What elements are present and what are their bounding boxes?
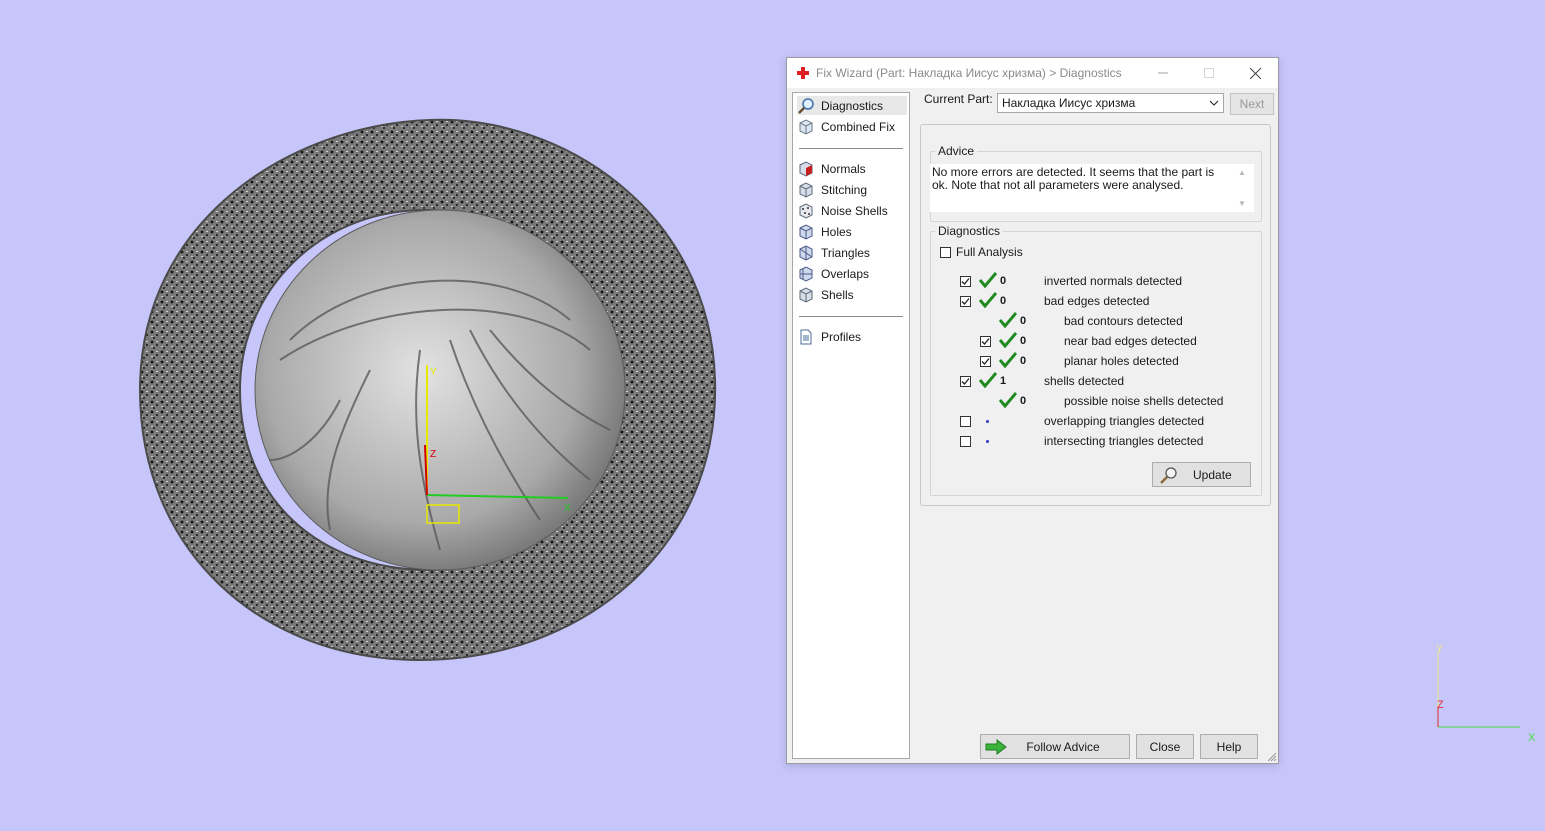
magnifier-icon <box>798 97 814 114</box>
checkmark-icon <box>961 378 970 385</box>
ok-check-icon <box>999 352 1017 368</box>
label-near-bad-edges: near bad edges detected <box>1064 334 1197 348</box>
count-shells: 1 <box>1000 375 1007 387</box>
help-button[interactable]: Help <box>1200 734 1258 759</box>
shells-cube-icon <box>799 286 813 303</box>
model-axis-x-label: X <box>564 503 571 514</box>
cube-icon <box>799 118 813 135</box>
nav-label-noise-shells: Noise Shells <box>821 203 888 218</box>
row-checkbox-intersecting-triangles[interactable] <box>960 436 971 447</box>
nav-label-holes: Holes <box>821 224 852 239</box>
count-bad-edges: 0 <box>1000 295 1007 307</box>
nav-label-profiles: Profiles <box>821 329 862 344</box>
advice-legend: Advice <box>938 144 975 158</box>
checkmark-icon <box>981 358 990 365</box>
nav-item-diagnostics[interactable]: Diagnostics <box>797 96 907 115</box>
row-checkbox-overlapping-triangles[interactable] <box>960 416 971 427</box>
row-checkbox-near-bad-edges[interactable] <box>980 336 991 347</box>
advice-scrollbar[interactable]: ▲ ▼ <box>1235 166 1249 210</box>
nav-label-overlaps: Overlaps <box>821 266 870 281</box>
label-planar-holes: planar holes detected <box>1064 354 1179 368</box>
advice-text: No more errors are detected. It seems th… <box>932 165 1215 192</box>
3d-viewport[interactable]: Y Z X Y Z X <box>0 0 1536 831</box>
row-checkbox-bad-edges[interactable] <box>960 296 971 307</box>
model-axis-z-label: Z <box>430 449 436 460</box>
checkmark-icon <box>961 278 970 285</box>
nav-label-diagnostics: Diagnostics <box>821 98 884 113</box>
ok-check-icon <box>999 332 1017 348</box>
row-checkbox-inverted-normals[interactable] <box>960 276 971 287</box>
nav-item-overlaps[interactable]: Overlaps <box>797 264 907 283</box>
magnifier-icon <box>1160 467 1177 484</box>
pending-dot-icon <box>986 440 989 443</box>
update-button[interactable]: Update <box>1152 462 1251 487</box>
pending-dot-icon <box>986 420 989 423</box>
nav-item-holes[interactable]: Holes <box>797 222 907 241</box>
nav-label-combined-fix: Combined Fix <box>821 119 896 134</box>
nav-separator <box>799 148 903 149</box>
label-intersecting-triangles: intersecting triangles detected <box>1044 434 1204 448</box>
noise-shells-icon <box>799 202 813 219</box>
normals-cube-icon <box>799 160 813 177</box>
label-bad-edges: bad edges detected <box>1044 294 1150 308</box>
ok-check-icon <box>999 312 1017 328</box>
follow-advice-label: Follow Advice <box>1026 739 1100 754</box>
count-inverted-normals: 0 <box>1000 275 1007 287</box>
row-checkbox-planar-holes[interactable] <box>980 356 991 367</box>
triangles-cube-icon <box>799 244 813 261</box>
corner-axis-z-label: Z <box>1437 699 1444 711</box>
ok-check-icon <box>979 272 997 288</box>
ok-check-icon <box>979 372 997 388</box>
nav-label-normals: Normals <box>821 161 866 176</box>
checkmark-icon <box>961 298 970 305</box>
nav-item-combined-fix[interactable]: Combined Fix <box>797 117 907 136</box>
count-bad-contours: 0 <box>1020 315 1027 327</box>
holes-cube-icon <box>799 223 813 240</box>
follow-advice-button[interactable]: Follow Advice <box>980 734 1130 759</box>
nav-separator <box>799 316 903 317</box>
document-icon <box>800 329 812 344</box>
diagnostics-legend: Diagnostics <box>938 224 1001 238</box>
label-inverted-normals: inverted normals detected <box>1044 274 1183 288</box>
face-relief <box>254 209 626 571</box>
ok-check-icon <box>979 292 997 308</box>
label-shells: shells detected <box>1044 374 1125 388</box>
red-cross-icon <box>797 67 809 79</box>
nav-item-profiles[interactable]: Profiles <box>797 327 907 346</box>
wizard-nav: Diagnostics Combined Fix Normals Stitchi… <box>792 92 910 759</box>
nav-item-shells[interactable]: Shells <box>797 285 907 304</box>
corner-axes-gizmo: Y Z X <box>1436 643 1536 744</box>
count-near-bad-edges: 0 <box>1020 335 1027 347</box>
label-bad-contours: bad contours detected <box>1064 314 1183 328</box>
scroll-down-icon[interactable]: ▼ <box>1238 199 1246 208</box>
overlaps-cube-icon <box>799 265 813 282</box>
corner-axis-x-label: X <box>1528 732 1536 744</box>
row-checkbox-shells[interactable] <box>960 376 971 387</box>
nav-item-stitching[interactable]: Stitching <box>797 180 907 199</box>
ok-check-icon <box>999 392 1017 408</box>
count-planar-holes: 0 <box>1020 355 1027 367</box>
full-analysis-checkbox[interactable] <box>940 247 951 258</box>
green-arrow-icon <box>985 739 1007 755</box>
corner-axis-y-label: Y <box>1436 643 1444 655</box>
model-render[interactable]: Y Z X <box>120 100 740 680</box>
nav-item-normals[interactable]: Normals <box>797 159 907 178</box>
resize-grip-icon[interactable] <box>1267 752 1277 762</box>
full-analysis-label: Full Analysis <box>956 245 1023 259</box>
model-axis-y-label: Y <box>430 367 437 378</box>
nav-item-noise-shells[interactable]: Noise Shells <box>797 201 907 220</box>
nav-label-stitching: Stitching <box>821 182 868 197</box>
scroll-up-icon[interactable]: ▲ <box>1238 168 1246 177</box>
close-button[interactable]: Close <box>1136 734 1194 759</box>
label-overlapping-triangles: overlapping triangles detected <box>1044 414 1205 428</box>
nav-item-triangles[interactable]: Triangles <box>797 243 907 262</box>
nav-label-shells: Shells <box>821 287 854 302</box>
update-label: Update <box>1193 468 1232 482</box>
checkmark-icon <box>981 338 990 345</box>
stitching-cube-icon <box>799 181 813 198</box>
count-noise-shells: 0 <box>1020 395 1027 407</box>
nav-label-triangles: Triangles <box>821 245 870 260</box>
label-noise-shells: possible noise shells detected <box>1064 394 1224 408</box>
fix-wizard-dialog: Fix Wizard (Part: Накладка Иисус хризма)… <box>786 57 1279 764</box>
